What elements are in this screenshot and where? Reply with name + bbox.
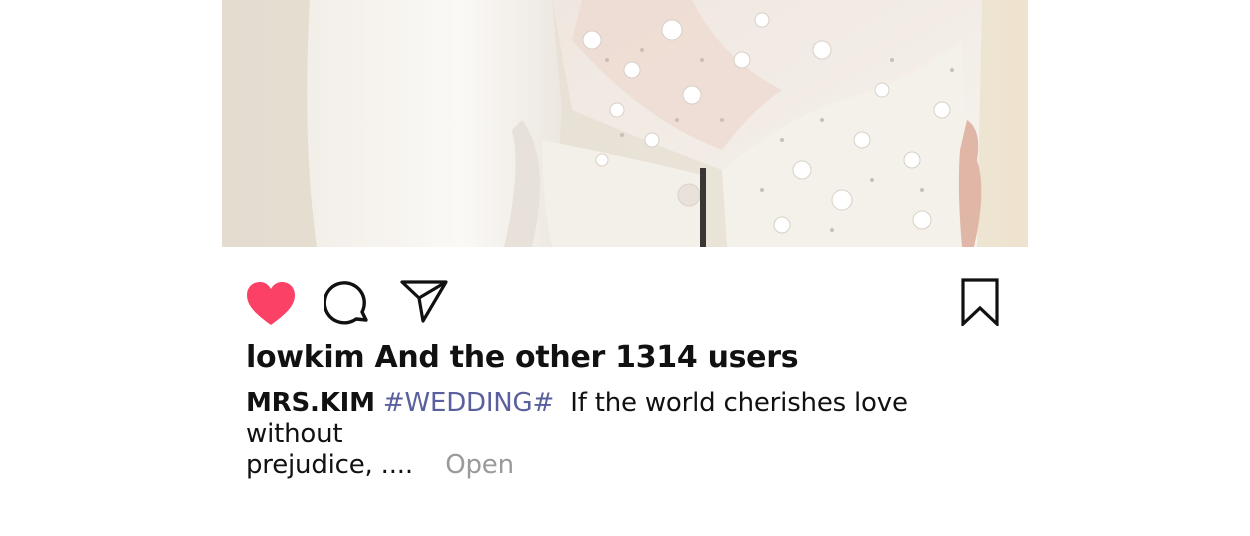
caption-text-line2: prejudice, .... [246, 450, 413, 480]
caption-username[interactable]: MRS.KIM [246, 388, 375, 418]
comment-bubble-icon[interactable] [322, 280, 370, 326]
caption-open-link[interactable]: Open [445, 450, 514, 480]
post-card: lowkim And the other 1314 users MRS.KIM … [222, 0, 1028, 536]
heart-filled-icon[interactable] [246, 281, 296, 327]
bookmark-icon[interactable] [961, 278, 999, 328]
post-actions-bar [222, 247, 1028, 339]
post-image[interactable] [222, 0, 1028, 247]
post-caption: MRS.KIM #WEDDING# If the world cherishes… [246, 388, 946, 481]
paper-plane-icon[interactable] [400, 279, 448, 323]
caption-hashtag[interactable]: #WEDDING# [383, 388, 554, 418]
wedding-dress-photo [222, 0, 1028, 247]
likes-summary[interactable]: lowkim And the other 1314 users [246, 340, 799, 375]
